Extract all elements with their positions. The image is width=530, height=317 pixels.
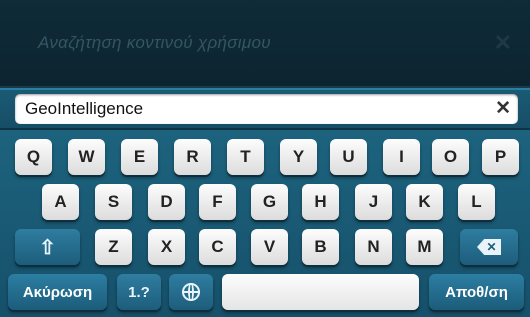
space-key[interactable] [222,274,419,310]
key-j[interactable]: J [355,184,392,220]
on-screen-keyboard: Q W E R T Y U I O P A S D F G H J K L ⇧ … [0,130,530,317]
key-c[interactable]: C [199,229,236,265]
header-bar: Αναζήτηση κοντινού χρήσιμου ✕ [0,0,530,88]
backspace-icon: ✕ [477,239,501,255]
key-b[interactable]: B [302,229,339,265]
save-button[interactable]: Αποθ/ση [429,274,524,310]
search-input-value: GeoIntelligence [25,99,144,118]
key-v[interactable]: V [251,229,288,265]
background-search-hint: Αναζήτηση κοντινού χρήσιμου [38,33,271,52]
key-r[interactable]: R [174,139,211,175]
numbers-key[interactable]: 1.? [117,274,161,310]
key-f[interactable]: F [199,184,236,220]
key-x[interactable]: X [148,229,185,265]
key-w[interactable]: W [68,139,105,175]
key-u[interactable]: U [330,139,367,175]
shift-key[interactable]: ⇧ [15,229,80,265]
background-close-icon: ✕ [493,30,512,55]
key-g[interactable]: G [251,184,288,220]
key-n[interactable]: N [355,229,392,265]
globe-key[interactable] [169,274,213,310]
key-o[interactable]: O [432,139,469,175]
backspace-key[interactable]: ✕ [460,229,518,265]
key-h[interactable]: H [302,184,339,220]
close-icon[interactable]: ✕ [495,97,511,120]
search-bar: GeoIntelligence ✕ [0,88,530,130]
key-p[interactable]: P [482,139,519,175]
key-m[interactable]: M [406,229,443,265]
key-e[interactable]: E [121,139,158,175]
key-q[interactable]: Q [15,139,52,175]
key-d[interactable]: D [148,184,185,220]
shift-icon: ⇧ [39,236,56,259]
key-i[interactable]: I [383,139,420,175]
key-s[interactable]: S [95,184,132,220]
key-t[interactable]: T [227,139,264,175]
key-z[interactable]: Z [95,229,132,265]
key-k[interactable]: K [406,184,443,220]
search-input[interactable]: GeoIntelligence ✕ [15,94,518,124]
key-a[interactable]: A [42,184,79,220]
cancel-button[interactable]: Ακύρωση [8,274,107,310]
globe-icon [182,283,200,301]
key-y[interactable]: Y [280,139,317,175]
key-l[interactable]: L [458,184,495,220]
